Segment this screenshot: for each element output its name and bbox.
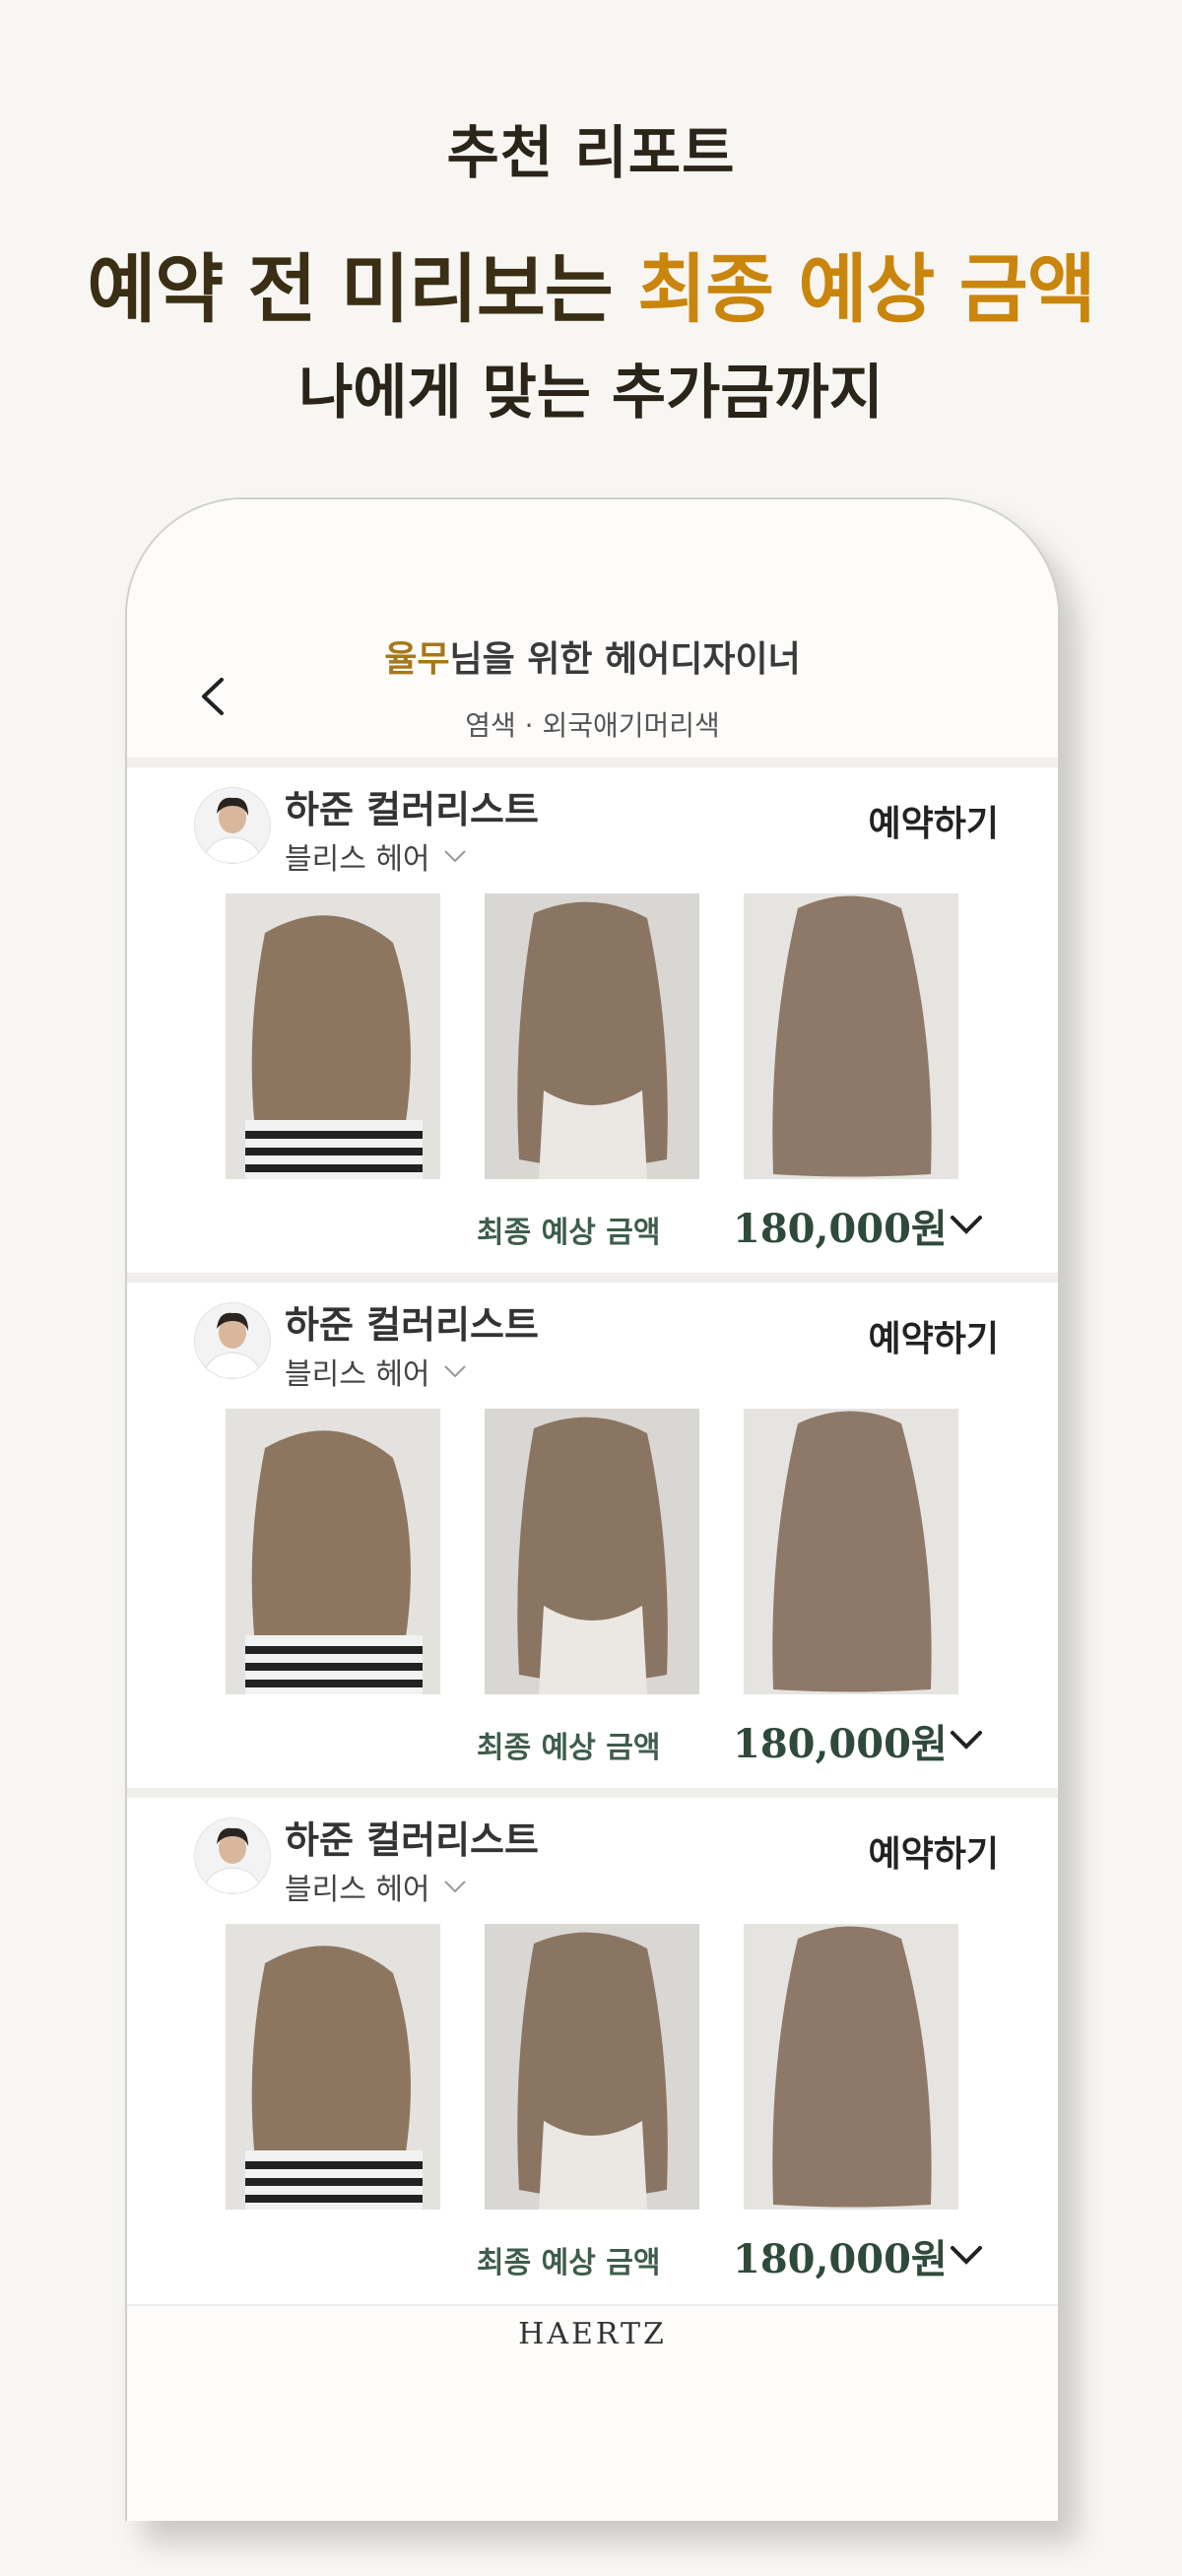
page-title: 율무님을 위한 헤어디자이너 — [127, 630, 1058, 682]
book-button[interactable]: 예약하기 — [869, 1310, 999, 1361]
style-photo[interactable] — [226, 1924, 440, 2210]
designer-card[interactable]: 하준 컬러리스트 블리스 헤어 예약하기 최종 예상 금액 180,000원 — [127, 1273, 1058, 1789]
price-value: 180,000원 — [733, 1206, 948, 1252]
price-value: 180,000원 — [733, 1721, 948, 1767]
book-button[interactable]: 예약하기 — [869, 795, 999, 846]
price-expand-button[interactable] — [945, 2233, 988, 2277]
page-subtitle: 염색 · 외국애기머리색 — [465, 709, 720, 742]
footer-divider — [127, 2304, 1058, 2306]
style-photo[interactable] — [744, 1409, 958, 1694]
price-expand-button[interactable] — [945, 1203, 988, 1246]
chevron-down-icon — [951, 1216, 982, 1234]
user-name: 율무 — [384, 639, 450, 680]
salon-dropdown[interactable]: 블리스 헤어 — [285, 834, 468, 878]
designer-card[interactable]: 하준 컬러리스트 블리스 헤어 예약하기 최종 예상 금액 180,000원 — [127, 758, 1058, 1274]
salon-name: 블리스 헤어 — [285, 1873, 430, 1907]
price-value: 180,000원 — [733, 2236, 948, 2282]
avatar — [194, 1817, 271, 1894]
designer-card[interactable]: 하준 컬러리스트 블리스 헤어 예약하기 최종 예상 금액 180,000원 — [127, 1788, 1058, 2304]
salon-dropdown[interactable]: 블리스 헤어 — [285, 1865, 468, 1908]
eyebrow: 추천 리포트 — [446, 119, 736, 186]
top-bar: 율무님을 위한 헤어디자이너 염색 · 외국애기머리색 — [127, 499, 1058, 763]
price-label: 최종 예상 금액 — [477, 1216, 661, 1250]
brand-logo: HAERTZ — [518, 2317, 667, 2351]
price-label: 최종 예상 금액 — [477, 2246, 661, 2280]
price-expand-button[interactable] — [945, 1718, 988, 1761]
style-photo[interactable] — [485, 893, 699, 1179]
chevron-down-icon — [443, 850, 466, 863]
chevron-down-icon — [951, 1731, 982, 1750]
headline: 예약 전 미리보는 최종 예상 금액 — [0, 229, 1182, 337]
chevron-down-icon — [443, 1881, 466, 1893]
style-photo[interactable] — [226, 893, 440, 1179]
style-photo[interactable] — [744, 893, 958, 1179]
avatar — [194, 1302, 271, 1379]
price-label: 최종 예상 금액 — [477, 1731, 661, 1765]
headline-prefix: 예약 전 미리보는 — [87, 245, 638, 333]
phone-screen: 율무님을 위한 헤어디자이너 염색 · 외국애기머리색 하준 컬러리스트 블리스… — [127, 499, 1058, 2521]
subline: 나에게 맞는 추가금까지 — [298, 359, 884, 428]
style-photo[interactable] — [485, 1924, 699, 2210]
designer-name: 하준 컬러리스트 — [285, 1303, 539, 1347]
headline-accent: 최종 예상 금액 — [637, 245, 1095, 333]
style-photo[interactable] — [226, 1409, 440, 1694]
salon-dropdown[interactable]: 블리스 헤어 — [285, 1350, 468, 1393]
salon-name: 블리스 헤어 — [285, 842, 430, 877]
chevron-down-icon — [443, 1365, 466, 1378]
phone-frame: 율무님을 위한 헤어디자이너 염색 · 외국애기머리색 하준 컬러리스트 블리스… — [125, 497, 1060, 2521]
designer-name: 하준 컬러리스트 — [285, 788, 539, 831]
avatar — [194, 787, 271, 864]
title-rest: 님을 위한 헤어디자이너 — [449, 639, 801, 680]
salon-name: 블리스 헤어 — [285, 1357, 430, 1392]
style-photo[interactable] — [485, 1409, 699, 1694]
book-button[interactable]: 예약하기 — [869, 1825, 999, 1877]
designer-name: 하준 컬러리스트 — [285, 1818, 539, 1862]
style-photo[interactable] — [744, 1924, 958, 2210]
chevron-down-icon — [951, 2246, 982, 2265]
